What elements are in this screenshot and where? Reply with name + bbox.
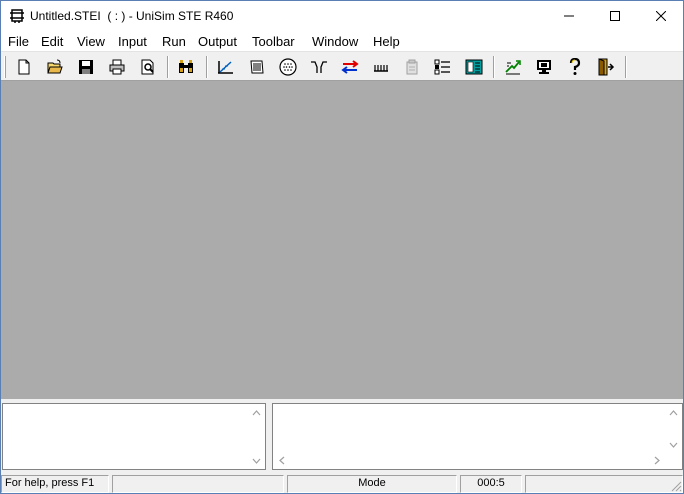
- exchange-arrows-icon: [341, 60, 359, 74]
- close-button[interactable]: [638, 1, 684, 31]
- horizontal-scrollbar[interactable]: [273, 452, 665, 469]
- menu-view[interactable]: View: [77, 34, 105, 49]
- list-options-icon: [434, 59, 450, 75]
- menu-input[interactable]: Input: [118, 34, 147, 49]
- status-bar: For help, press F1 Mode 000:5: [1, 473, 683, 493]
- output-panes: [1, 399, 683, 473]
- menu-toolbar[interactable]: Toolbar: [252, 34, 295, 49]
- menu-run[interactable]: Run: [162, 34, 186, 49]
- chevron-up-icon: [669, 409, 678, 415]
- tubesheet-button[interactable]: [277, 56, 299, 78]
- scroll-right-button[interactable]: [648, 452, 665, 469]
- tube-layout-button[interactable]: [246, 56, 268, 78]
- toolbar-grip[interactable]: [4, 56, 6, 78]
- status-pane-empty: [112, 475, 284, 493]
- scroll-down-button[interactable]: [665, 436, 682, 453]
- status-counter: 000:5: [460, 475, 522, 493]
- toolbar-separator: [493, 56, 495, 78]
- help-question-icon: [569, 58, 581, 75]
- new-button[interactable]: [13, 56, 35, 78]
- message-pane-left[interactable]: [2, 403, 266, 470]
- clipboard-button[interactable]: [401, 56, 423, 78]
- nozzle-button[interactable]: [308, 56, 330, 78]
- find-button[interactable]: [175, 56, 197, 78]
- vertical-scrollbar[interactable]: [248, 404, 265, 469]
- exit-button[interactable]: [595, 56, 617, 78]
- binoculars-icon: [179, 60, 193, 73]
- message-pane-right[interactable]: [272, 403, 683, 470]
- tube-layout-icon: [250, 60, 264, 74]
- print-preview-icon: [141, 59, 154, 75]
- maximize-icon: [610, 11, 620, 21]
- options-list-button[interactable]: [432, 56, 454, 78]
- vertical-scrollbar[interactable]: [665, 404, 682, 452]
- monitor-icon: [537, 60, 551, 74]
- menu-window[interactable]: Window: [312, 34, 358, 49]
- menu-edit[interactable]: Edit: [41, 34, 63, 49]
- menu-output[interactable]: Output: [198, 34, 237, 49]
- results-table-icon: [465, 59, 483, 75]
- tubesheet-circle-icon: [279, 58, 297, 76]
- menu-bar: File Edit View Input Run Output Toolbar …: [1, 31, 683, 51]
- scroll-left-button[interactable]: [273, 452, 290, 469]
- scroll-up-button[interactable]: [665, 404, 682, 421]
- chevron-down-icon: [669, 442, 678, 448]
- title-bar: Untitled.STEI ( : ) - UniSim STE R460: [1, 1, 683, 31]
- baffle-button[interactable]: [370, 56, 392, 78]
- menu-file[interactable]: File: [8, 34, 29, 49]
- clipboard-disabled-icon: [406, 59, 418, 75]
- run-calculation-icon: [505, 60, 521, 75]
- exchange-button[interactable]: [339, 56, 361, 78]
- toolbar-separator: [167, 56, 169, 78]
- scroll-up-button[interactable]: [248, 404, 265, 421]
- status-help-text: For help, press F1: [1, 475, 109, 493]
- toolbar-separator: [625, 56, 627, 78]
- mdi-workspace[interactable]: [1, 81, 683, 399]
- scroll-down-button[interactable]: [248, 452, 265, 469]
- app-icon[interactable]: [9, 8, 25, 24]
- chevron-right-icon: [654, 456, 660, 465]
- chevron-left-icon: [278, 456, 284, 465]
- minimize-button[interactable]: [546, 1, 592, 31]
- open-button[interactable]: [44, 56, 66, 78]
- save-disk-icon: [79, 60, 93, 74]
- nozzle-icon: [311, 61, 327, 73]
- geometry-button[interactable]: [215, 56, 237, 78]
- run-button[interactable]: [502, 56, 524, 78]
- toolbar: [1, 51, 683, 81]
- resize-grip-icon[interactable]: [670, 480, 682, 492]
- close-icon: [656, 11, 666, 21]
- print-button[interactable]: [106, 56, 128, 78]
- save-button[interactable]: [75, 56, 97, 78]
- open-folder-icon: [47, 59, 63, 74]
- monitor-button[interactable]: [533, 56, 555, 78]
- menu-help[interactable]: Help: [373, 34, 400, 49]
- toolbar-separator: [206, 56, 208, 78]
- main-window: Untitled.STEI ( : ) - UniSim STE R460 Fi…: [0, 0, 684, 494]
- window-title: Untitled.STEI ( : ) - UniSim STE R460: [30, 9, 234, 23]
- geometry-input-icon: [218, 61, 233, 74]
- new-document-icon: [18, 59, 30, 75]
- results-button[interactable]: [463, 56, 485, 78]
- status-pane-last: [525, 475, 683, 493]
- exit-door-icon: [598, 58, 615, 76]
- baffle-comb-icon: [374, 65, 388, 72]
- print-preview-button[interactable]: [137, 56, 159, 78]
- print-icon: [109, 59, 125, 75]
- status-mode: Mode: [287, 475, 457, 493]
- chevron-down-icon: [252, 458, 261, 464]
- minimize-icon: [564, 15, 574, 17]
- help-button[interactable]: [564, 56, 586, 78]
- maximize-button[interactable]: [592, 1, 638, 31]
- chevron-up-icon: [252, 409, 261, 415]
